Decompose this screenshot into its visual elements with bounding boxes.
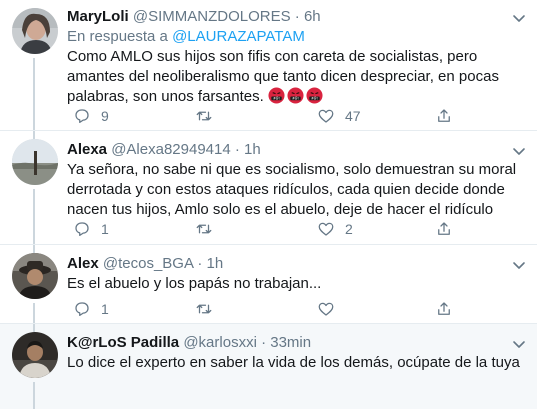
- thread-line: [33, 245, 35, 253]
- retweet-button[interactable]: [195, 106, 223, 126]
- share-icon: [438, 302, 450, 315]
- avatar[interactable]: [12, 332, 58, 378]
- avatar[interactable]: [12, 8, 58, 54]
- like-button[interactable]: 2: [317, 219, 353, 239]
- cursing-face-icon: #@!: [287, 87, 304, 104]
- share-button[interactable]: [435, 219, 453, 239]
- user-handle[interactable]: @SIMMANZDOLORES: [133, 8, 291, 25]
- like-button[interactable]: [317, 299, 345, 319]
- retweet-button[interactable]: [195, 299, 223, 319]
- like-count: 2: [345, 221, 353, 237]
- tweet-text: Es el abuelo y los papás no trabajan...: [67, 274, 529, 294]
- svg-text:#@!: #@!: [292, 96, 299, 100]
- tweet-text-content: Ya señora, no sabe ni que es socialismo,…: [67, 161, 517, 218]
- tweet-text-content: Lo dice el experto en saber la vida de l…: [67, 354, 520, 371]
- avatar[interactable]: [12, 139, 58, 185]
- tweet-header: Alexa @Alexa82949414 · 1h: [67, 140, 261, 160]
- cursing-face-icon: #@!: [306, 87, 323, 104]
- retweet-icon: [196, 224, 212, 234]
- separator-dot: ·: [197, 255, 203, 272]
- cursing-face-icon: #@!: [268, 87, 285, 104]
- reply-count: 1: [101, 221, 109, 237]
- reply-icon: [75, 302, 89, 317]
- reply-button[interactable]: 9: [73, 106, 109, 126]
- timestamp[interactable]: 33min: [270, 334, 311, 351]
- tweet-header: Alex @tecos_BGA · 1h: [67, 254, 223, 274]
- share-icon: [438, 222, 450, 235]
- separator-dot: ·: [261, 334, 267, 351]
- heart-icon: [318, 109, 334, 123]
- user-handle[interactable]: @tecos_BGA: [103, 255, 193, 272]
- tweet-text-content: Es el abuelo y los papás no trabajan...: [67, 275, 322, 292]
- reply-icon: [75, 222, 89, 237]
- thread-line: [33, 58, 35, 130]
- tweet-header: MaryLoli @SIMMANZDOLORES · 6h: [67, 7, 321, 27]
- svg-text:#@!: #@!: [273, 96, 280, 100]
- separator-dot: ·: [234, 141, 240, 158]
- reply-context: En respuesta a @LAURAZAPATAM: [67, 27, 305, 47]
- reply-mention-link[interactable]: @LAURAZAPATAM: [172, 28, 305, 45]
- tweet-text: Ya señora, no sabe ni que es socialismo,…: [67, 160, 529, 220]
- tweet-header: K@rLoS Padilla @karlosxxi · 33min: [67, 333, 311, 353]
- tweet-text: Lo dice el experto en saber la vida de l…: [67, 353, 529, 373]
- display-name[interactable]: MaryLoli: [67, 8, 129, 25]
- display-name[interactable]: Alex: [67, 255, 99, 272]
- share-button[interactable]: [435, 299, 453, 319]
- heart-icon: [318, 302, 334, 316]
- share-button[interactable]: [435, 106, 453, 126]
- heart-icon: [318, 222, 334, 236]
- separator-dot: ·: [294, 8, 300, 25]
- reply-count: 1: [101, 301, 109, 317]
- avatar[interactable]: [12, 253, 58, 299]
- thread-line: [33, 324, 35, 332]
- tweet-actions: 1: [67, 299, 487, 319]
- thread-line: [33, 303, 35, 323]
- chevron-down-icon[interactable]: [511, 10, 527, 26]
- tweet-actions: 9 47: [67, 106, 487, 126]
- user-handle[interactable]: @karlosxxi: [183, 334, 257, 351]
- chevron-down-icon[interactable]: [511, 143, 527, 159]
- tweet-alexa[interactable]: Alexa @Alexa82949414 · 1h Ya señora, no …: [0, 131, 537, 244]
- retweet-icon: [196, 304, 212, 314]
- reply-button[interactable]: 1: [73, 219, 109, 239]
- timestamp[interactable]: 6h: [304, 8, 321, 25]
- thread-line: [33, 382, 35, 409]
- tweet-maryloli[interactable]: MaryLoli @SIMMANZDOLORES · 6h En respues…: [0, 0, 537, 130]
- tweet-karlos-padilla[interactable]: K@rLoS Padilla @karlosxxi · 33min Lo dic…: [0, 324, 537, 409]
- timestamp[interactable]: 1h: [206, 255, 223, 272]
- retweet-icon: [196, 111, 212, 121]
- thread-line: [33, 189, 35, 244]
- display-name[interactable]: K@rLoS Padilla: [67, 334, 179, 351]
- reply-icon: [75, 109, 89, 124]
- share-icon: [438, 109, 450, 122]
- chevron-down-icon[interactable]: [511, 257, 527, 273]
- tweet-alex[interactable]: Alex @tecos_BGA · 1h Es el abuelo y los …: [0, 245, 537, 323]
- timestamp[interactable]: 1h: [244, 141, 261, 158]
- chevron-down-icon[interactable]: [511, 336, 527, 352]
- tweet-text: Como AMLO sus hijos son fifis con careta…: [67, 47, 529, 107]
- tweet-actions: 1 2: [67, 219, 487, 239]
- reply-count: 9: [101, 108, 109, 124]
- user-handle[interactable]: @Alexa82949414: [111, 141, 231, 158]
- display-name[interactable]: Alexa: [67, 141, 107, 158]
- retweet-button[interactable]: [195, 219, 223, 239]
- reply-button[interactable]: 1: [73, 299, 109, 319]
- reply-prefix: En respuesta a: [67, 28, 168, 45]
- like-button[interactable]: 47: [317, 106, 361, 126]
- svg-text:#@!: #@!: [311, 96, 318, 100]
- like-count: 47: [345, 108, 361, 124]
- thread-line: [33, 131, 35, 139]
